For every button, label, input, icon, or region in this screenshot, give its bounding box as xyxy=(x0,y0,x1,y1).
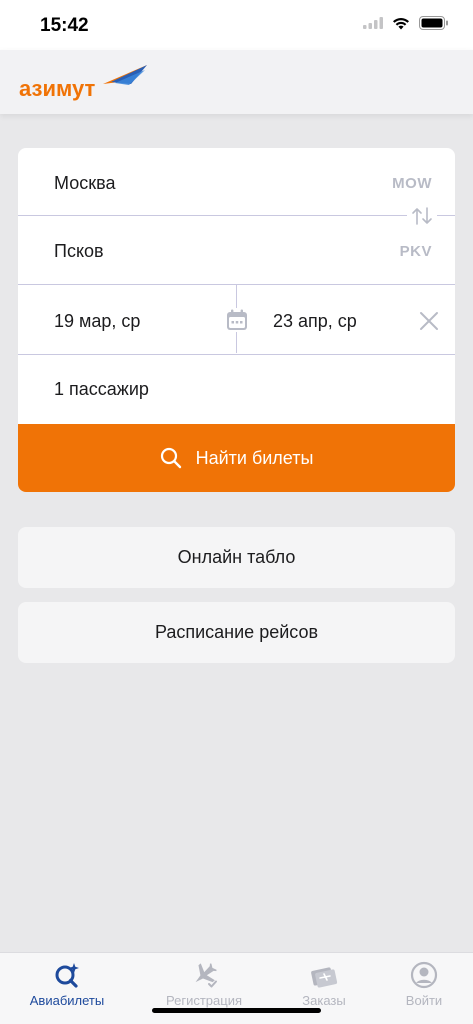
app-header: азимут xyxy=(0,50,473,114)
depart-date: 19 мар, ср xyxy=(54,311,141,331)
orders-icon xyxy=(310,961,338,989)
from-field[interactable]: Москва MOW xyxy=(18,148,455,216)
cellular-signal-icon xyxy=(363,17,383,29)
passengers-field[interactable]: 1 пассажир xyxy=(18,355,455,424)
search-tickets-button[interactable]: Найти билеты xyxy=(18,424,455,492)
checkin-plane-icon xyxy=(190,961,218,989)
search-button-label: Найти билеты xyxy=(195,447,314,468)
home-indicator xyxy=(152,1008,321,1013)
ticket-search-icon xyxy=(53,961,81,989)
depart-date-field[interactable]: 19 мар, ср xyxy=(18,285,236,354)
wifi-icon xyxy=(393,17,409,29)
tab-bar: Авиабилеты Регистрация Заказы Войти xyxy=(0,952,473,1024)
clear-return-date-icon[interactable] xyxy=(418,310,440,332)
online-board-label: Онлайн табло xyxy=(177,547,296,567)
passengers-value: 1 пассажир xyxy=(54,379,149,399)
tab-checkin[interactable]: Регистрация xyxy=(145,953,263,1013)
to-city: Псков xyxy=(54,241,104,261)
flight-schedule-label: Расписание рейсов xyxy=(154,622,319,642)
from-code: MOW xyxy=(392,175,432,192)
tab-login-label: Войти xyxy=(405,993,443,1008)
status-icons xyxy=(363,16,449,30)
to-field[interactable]: Псков PKV xyxy=(18,216,455,284)
logo-text: азимут xyxy=(19,76,95,101)
tab-tickets[interactable]: Авиабилеты xyxy=(8,953,126,1013)
tab-tickets-label: Авиабилеты xyxy=(29,993,105,1008)
from-city: Москва xyxy=(54,173,116,193)
tab-orders-label: Заказы xyxy=(302,993,346,1008)
status-time: 15:42 xyxy=(40,15,89,36)
search-card: Москва MOW Псков PKV 19 мар, ср 23 апр, … xyxy=(18,148,455,492)
status-bar: 15:42 xyxy=(0,0,473,50)
battery-icon xyxy=(419,16,448,30)
tab-checkin-label: Регистрация xyxy=(166,993,242,1008)
return-date: 23 апр, ср xyxy=(273,311,357,331)
search-icon xyxy=(160,447,181,469)
tab-login[interactable]: Войти xyxy=(365,953,473,1013)
flight-schedule-button[interactable]: Расписание рейсов xyxy=(18,602,455,663)
online-board-button[interactable]: Онлайн табло xyxy=(18,527,455,588)
azimut-logo[interactable]: азимут xyxy=(19,62,149,102)
profile-icon xyxy=(410,961,438,989)
to-code: PKV xyxy=(399,243,432,260)
